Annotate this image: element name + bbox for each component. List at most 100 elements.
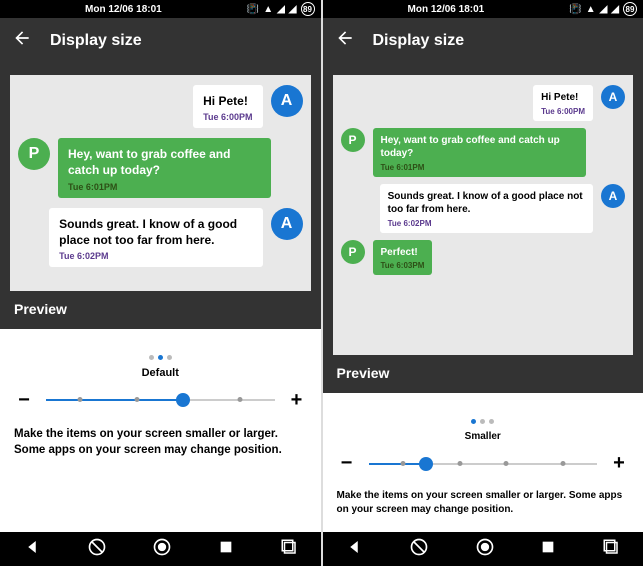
dot[interactable] [489,419,494,424]
message-timestamp: Tue 6:03PM [381,261,425,270]
avatar: A [271,208,303,240]
dot[interactable] [471,419,476,424]
nav-gallery-icon[interactable] [602,538,620,561]
signal-icon: ◢ [277,4,285,15]
avatar: A [601,184,625,208]
dot[interactable] [158,355,163,360]
status-time: Mon 12/06 18:01 [6,4,241,15]
app-bar: Display size [0,18,321,63]
nav-home-icon[interactable] [475,537,495,562]
chat-preview: Hi Pete! Tue 6:00PM A P Hey, want to grab co… [333,75,634,355]
phone-smaller: Mon 12/06 18:01 📳 ▲ ◢ ◢ 89 Display size … [323,0,643,566]
message-text: Hi Pete! [203,93,252,109]
phone-default: Mon 12/06 18:01 📳 ▲ ◢ ◢ 89 Display size … [0,0,323,566]
status-icons: 📳 ▲ ◢ ◢ 89 [569,2,637,16]
status-bar: Mon 12/06 18:01 📳 ▲ ◢ ◢ 89 [0,0,321,18]
status-icons: 📳 ▲ ◢ ◢ 89 [247,2,315,16]
back-button[interactable] [12,28,32,53]
dot[interactable] [167,355,172,360]
message-row: P Perfect!Tue 6:03PM [341,240,626,276]
nav-recent-icon[interactable] [540,539,556,560]
message-timestamp: Tue 6:01PM [68,182,261,192]
message-text: Hey, want to grab coffee and catch up to… [381,134,578,161]
message-bubble: Hey, want to grab coffee and catch up to… [373,128,586,177]
message-row: Hi Pete! Tue 6:00PM A [341,85,626,121]
controls: Smaller − + Make the items on your scree… [323,393,643,532]
chat-preview: Hi Pete! Tue 6:00PM A P Hey, want to grab co… [10,75,311,291]
page-dots[interactable] [14,347,307,365]
message-timestamp: Tue 6:01PM [381,163,578,172]
signal-icon: ◢ [600,4,608,15]
nav-recent-icon[interactable] [218,539,234,560]
size-slider[interactable] [369,454,598,474]
message-bubble: Sounds great. I know of a good place not… [49,208,262,267]
message-timestamp: Tue 6:00PM [203,112,252,122]
increase-button[interactable]: + [609,452,629,475]
slider-thumb[interactable] [176,393,190,407]
message-text: Sounds great. I know of a good place not… [59,216,252,248]
slider-row: − + [14,389,307,412]
nav-bar [0,532,321,566]
message-bubble: Sounds great. I know of a good place not… [380,184,593,233]
message-text: Sounds great. I know of a good place not… [388,190,585,217]
message-row: Hi Pete! Tue 6:00PM A [18,85,303,128]
decrease-button[interactable]: − [14,389,34,412]
decrease-button[interactable]: − [337,452,357,475]
nav-home-icon[interactable] [152,537,172,562]
message-text: Hey, want to grab coffee and catch up to… [68,146,261,178]
message-bubble: Perfect!Tue 6:03PM [373,240,433,276]
nav-block-icon[interactable] [87,537,107,562]
message-bubble: Hi Pete! Tue 6:00PM [533,85,593,121]
slider-thumb[interactable] [419,457,433,471]
back-button[interactable] [335,28,355,53]
controls: Default − + Make the items on your scree… [0,329,321,532]
avatar: A [271,85,303,117]
preview-area: Hi Pete! Tue 6:00PM A P Hey, want to grab co… [323,63,643,393]
dot[interactable] [480,419,485,424]
signal2-icon: ◢ [611,4,619,15]
description: Make the items on your screen smaller or… [14,426,307,458]
preview-label: Preview [10,291,311,321]
nav-bar [323,532,643,566]
nav-back-icon[interactable] [345,538,363,561]
wifi-icon: ▲ [586,4,596,15]
nav-gallery-icon[interactable] [280,538,298,561]
battery-icon: 89 [301,2,315,16]
size-slider[interactable] [46,390,275,410]
avatar: P [18,138,50,170]
message-row: P Hey, want to grab coffee and catch up t… [341,128,626,177]
page-dots[interactable] [337,411,630,429]
message-bubble: Hi Pete! Tue 6:00PM [193,85,262,128]
battery-icon: 89 [623,2,637,16]
message-timestamp: Tue 6:00PM [541,107,585,116]
wifi-icon: ▲ [263,4,273,15]
vibrate-icon: 📳 [569,4,581,15]
message-row: Sounds great. I know of a good place not… [18,208,303,267]
message-row: P Hey, want to grab coffee and catch up t… [18,138,303,197]
nav-block-icon[interactable] [409,537,429,562]
avatar: P [341,240,365,264]
description: Make the items on your screen smaller or… [337,489,630,517]
message-text: Hi Pete! [541,91,585,105]
avatar: P [341,128,365,152]
signal2-icon: ◢ [289,4,297,15]
message-row: Sounds great. I know of a good place not… [341,184,626,233]
message-timestamp: Tue 6:02PM [388,219,585,228]
status-time: Mon 12/06 18:01 [329,4,564,15]
status-bar: Mon 12/06 18:01 📳 ▲ ◢ ◢ 89 [323,0,643,18]
size-label: Smaller [337,431,630,442]
message-timestamp: Tue 6:02PM [59,251,252,261]
increase-button[interactable]: + [287,389,307,412]
avatar: A [601,85,625,109]
page-title: Display size [50,32,142,50]
app-bar: Display size [323,18,643,63]
size-label: Default [14,367,307,379]
nav-back-icon[interactable] [23,538,41,561]
preview-label: Preview [333,355,634,385]
preview-area: Hi Pete! Tue 6:00PM A P Hey, want to grab co… [0,63,321,329]
page-title: Display size [373,32,465,50]
message-text: Perfect! [381,246,425,260]
slider-row: − + [337,452,630,475]
dot[interactable] [149,355,154,360]
vibrate-icon: 📳 [247,4,259,15]
